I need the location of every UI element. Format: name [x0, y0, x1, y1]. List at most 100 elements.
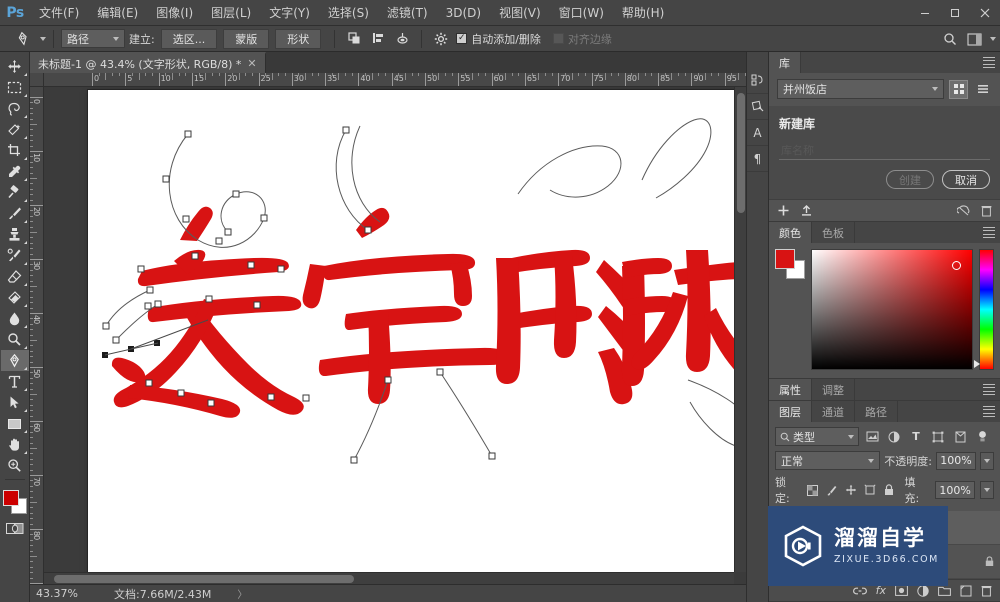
- canvas-scroll-area[interactable]: [44, 87, 734, 572]
- fill-slider-caret-icon[interactable]: [980, 481, 995, 499]
- type-tool[interactable]: [1, 371, 29, 392]
- shape-filter-icon[interactable]: [929, 428, 947, 446]
- lock-all-icon[interactable]: [985, 556, 994, 567]
- pixel-filter-icon[interactable]: [863, 428, 881, 446]
- horizontal-ruler[interactable]: 0510152025303540455055606570758085909510…: [44, 73, 746, 87]
- eraser-tool[interactable]: [1, 266, 29, 287]
- artboard[interactable]: [88, 90, 734, 572]
- brush-settings-icon[interactable]: [746, 94, 769, 120]
- menu-edit[interactable]: 编辑(E): [88, 0, 147, 26]
- quick-mask-icon[interactable]: [3, 520, 27, 536]
- tab-paths[interactable]: 路径: [855, 401, 898, 422]
- path-mode-select[interactable]: 路径: [61, 29, 125, 48]
- color-gradient-field[interactable]: [811, 249, 973, 370]
- layer-filter-select[interactable]: 类型: [775, 427, 859, 446]
- add-icon[interactable]: [777, 204, 790, 217]
- maximize-button[interactable]: [940, 0, 970, 26]
- path-selection-tool[interactable]: [1, 392, 29, 413]
- delete-icon[interactable]: [981, 205, 992, 217]
- hue-slider[interactable]: [974, 249, 994, 370]
- search-icon[interactable]: [939, 28, 961, 50]
- marquee-tool[interactable]: [1, 77, 29, 98]
- paragraph-panel-icon[interactable]: ¶: [746, 146, 769, 172]
- tool-preset-caret-icon[interactable]: [40, 36, 46, 41]
- crop-tool[interactable]: [1, 140, 29, 161]
- tab-channels[interactable]: 通道: [812, 401, 855, 422]
- path-alignment-icon[interactable]: [367, 28, 389, 50]
- smartobject-filter-icon[interactable]: [951, 428, 969, 446]
- hue-slider-thumb[interactable]: [974, 360, 980, 368]
- zoom-level[interactable]: 43.37%: [36, 587, 98, 600]
- new-library-name-input[interactable]: 库名称: [779, 141, 990, 160]
- make-shape-button[interactable]: 形状: [275, 28, 322, 49]
- menu-image[interactable]: 图像(I): [147, 0, 202, 26]
- tab-color[interactable]: 颜色: [769, 222, 812, 243]
- group-icon[interactable]: [938, 585, 951, 596]
- adjustment-icon[interactable]: [917, 584, 929, 597]
- foreground-color-chip[interactable]: [775, 249, 795, 269]
- path-operations-icon[interactable]: [343, 28, 365, 50]
- mask-icon[interactable]: [895, 585, 908, 596]
- pen-tool[interactable]: [0, 350, 29, 371]
- menu-help[interactable]: 帮助(H): [613, 0, 673, 26]
- grid-view-icon[interactable]: [949, 79, 968, 99]
- menu-select[interactable]: 选择(S): [319, 0, 378, 26]
- workspace-icon[interactable]: [965, 28, 987, 50]
- library-select[interactable]: 并州饭店: [777, 79, 944, 99]
- zoom-tool[interactable]: [1, 455, 29, 476]
- new-layer-icon[interactable]: [960, 585, 972, 597]
- status-menu-arrow-icon[interactable]: 〉: [237, 586, 247, 601]
- vertical-scrollbar[interactable]: [734, 87, 746, 572]
- move-tool[interactable]: [1, 56, 29, 77]
- document-tab[interactable]: 未标题-1 @ 43.4% (文字形状, RGB/8) * ✕: [30, 52, 266, 73]
- clone-stamp-tool[interactable]: [1, 224, 29, 245]
- gear-icon[interactable]: [430, 28, 452, 50]
- blend-mode-select[interactable]: 正常: [775, 451, 881, 470]
- auto-add-delete-checkbox[interactable]: ✓: [456, 33, 468, 44]
- history-panel-icon[interactable]: [746, 68, 769, 94]
- panel-menu-icon[interactable]: [983, 384, 995, 395]
- pen-tool-icon[interactable]: [6, 28, 40, 50]
- history-brush-tool[interactable]: [1, 245, 29, 266]
- minimize-button[interactable]: [910, 0, 940, 26]
- brush-tool[interactable]: [1, 203, 29, 224]
- adjustment-filter-icon[interactable]: [885, 428, 903, 446]
- lock-transparent-icon[interactable]: [806, 483, 820, 497]
- lock-all-icon[interactable]: [882, 483, 896, 497]
- menu-3d[interactable]: 3D(D): [437, 0, 490, 26]
- create-library-button[interactable]: 创建: [886, 170, 934, 189]
- type-filter-icon[interactable]: T: [907, 428, 925, 446]
- tab-properties[interactable]: 属性: [769, 379, 812, 400]
- foreground-color-swatch[interactable]: [2, 490, 19, 506]
- lock-artboard-icon[interactable]: [863, 483, 877, 497]
- quick-selection-tool[interactable]: [1, 119, 29, 140]
- color-cursor[interactable]: [952, 261, 961, 270]
- opacity-input[interactable]: 100%: [936, 451, 976, 470]
- close-button[interactable]: [970, 0, 1000, 26]
- opacity-slider-caret-icon[interactable]: [980, 451, 994, 470]
- gradient-tool[interactable]: [1, 287, 29, 308]
- vertical-scroll-thumb[interactable]: [737, 93, 745, 213]
- close-icon[interactable]: ✕: [247, 57, 256, 70]
- menu-filter[interactable]: 滤镜(T): [378, 0, 437, 26]
- tab-adjustments[interactable]: 调整: [812, 379, 855, 400]
- workspace-caret-icon[interactable]: [990, 37, 996, 41]
- fill-input[interactable]: 100%: [935, 481, 976, 499]
- menu-window[interactable]: 窗口(W): [550, 0, 613, 26]
- cancel-library-button[interactable]: 取消: [942, 170, 990, 189]
- tab-swatches[interactable]: 色板: [812, 222, 855, 243]
- character-panel-icon[interactable]: A: [746, 120, 769, 146]
- lock-image-icon[interactable]: [825, 483, 839, 497]
- list-view-icon[interactable]: [973, 80, 992, 99]
- horizontal-scroll-thumb[interactable]: [54, 575, 354, 583]
- sync-off-icon[interactable]: [957, 204, 971, 217]
- panel-menu-icon[interactable]: [983, 57, 995, 68]
- make-selection-button[interactable]: 选区...: [160, 28, 218, 49]
- delete-layer-icon[interactable]: [981, 585, 992, 597]
- path-arrangement-icon[interactable]: [391, 28, 413, 50]
- panel-menu-icon[interactable]: [983, 406, 995, 417]
- hand-tool[interactable]: [1, 434, 29, 455]
- upload-icon[interactable]: [800, 204, 813, 217]
- menu-layer[interactable]: 图层(L): [202, 0, 260, 26]
- vertical-ruler[interactable]: 0102030405060708090: [30, 87, 44, 584]
